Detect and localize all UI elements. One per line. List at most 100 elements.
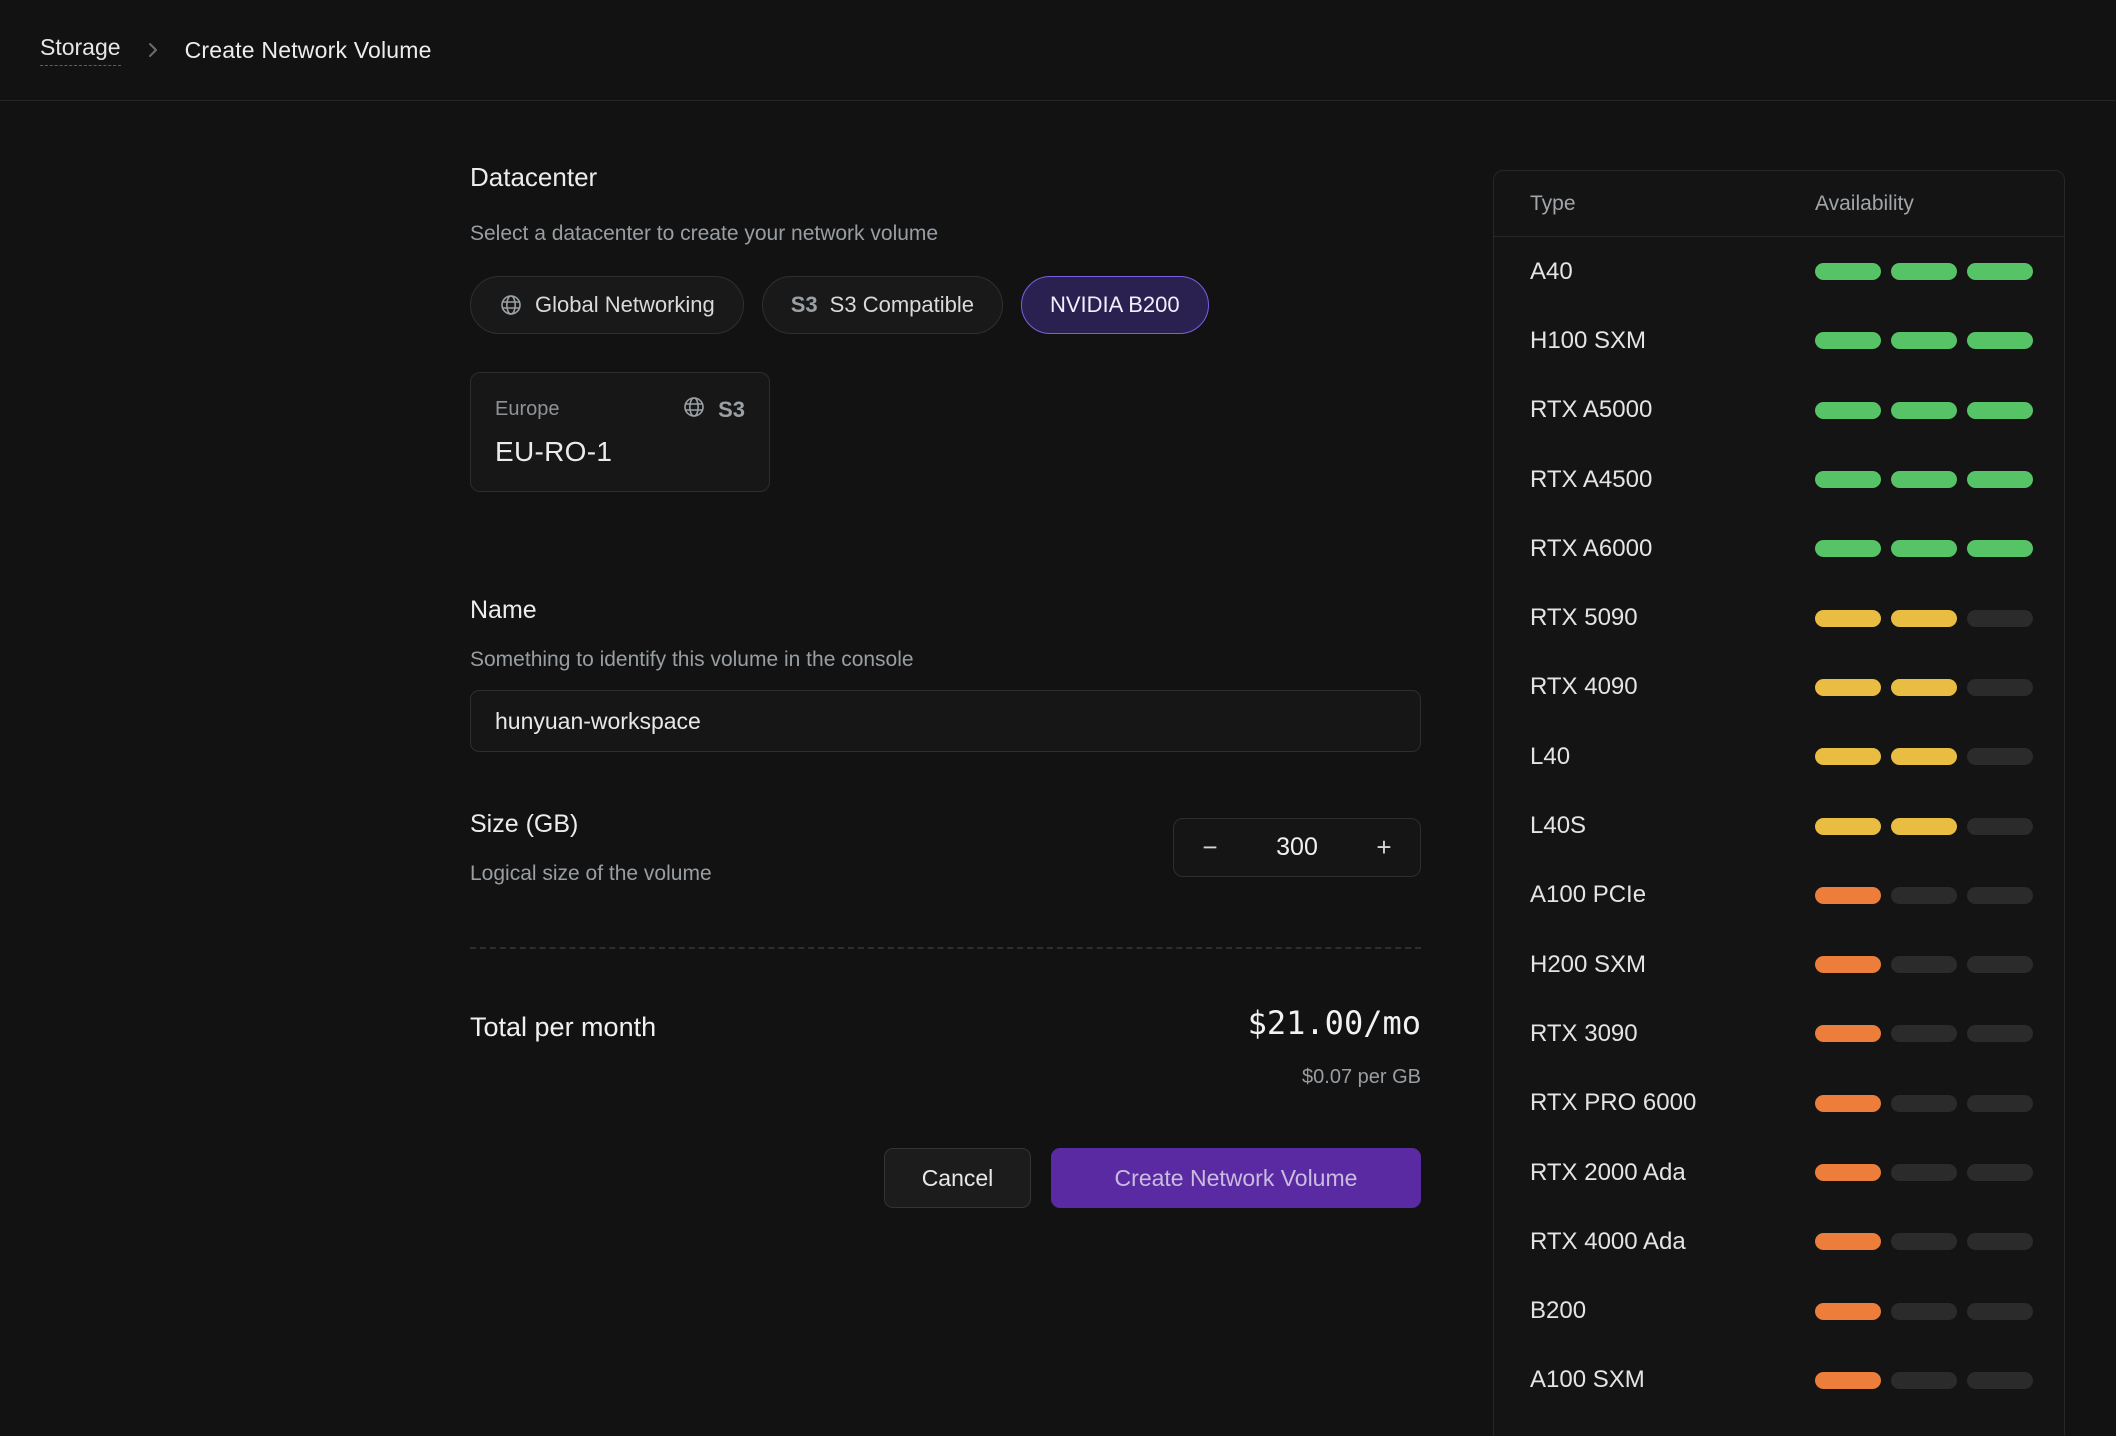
create-network-volume-button[interactable]: Create Network Volume [1051,1148,1421,1208]
availability-segment-filled [1815,818,1881,835]
filter-chip-label: Global Networking [535,292,715,318]
availability-meter [1815,402,2033,419]
availability-segment-filled [1815,471,1881,488]
availability-segment-empty [1967,748,2033,765]
availability-segment-filled [1815,1025,1881,1042]
gpu-type-label: H100 SXM [1494,327,1815,355]
availability-segment-empty [1967,956,2033,973]
availability-meter [1815,956,2033,973]
size-decrement-button[interactable]: − [1184,824,1236,871]
cancel-button[interactable]: Cancel [884,1148,1031,1208]
filter-chip-label: S3 Compatible [830,292,974,318]
availability-segment-filled [1891,263,1957,280]
availability-segment-filled [1815,1303,1881,1320]
availability-meter [1815,263,2033,280]
datacenter-section-subtitle: Select a datacenter to create your netwo… [470,222,938,246]
availability-meter [1815,1095,2033,1112]
availability-segment-filled [1967,402,2033,419]
availability-segment-empty [1967,1233,2033,1250]
globe-icon [499,293,523,317]
availability-segment-filled [1815,1233,1881,1250]
availability-segment-filled [1891,540,1957,557]
size-stepper: − 300 + [1173,818,1421,877]
gpu-availability-table: Type Availability A40 H100 SXM RTX A5000 RT… [1493,170,2065,1436]
page-title: Create Network Volume [185,37,432,64]
column-header-availability: Availability [1815,192,1914,216]
gpu-type-label: H200 SXM [1494,951,1815,979]
gpu-type-label: A100 PCIe [1494,881,1815,909]
availability-segment-empty [1967,679,2033,696]
datacenter-card-header: Europe S3 [495,395,745,424]
availability-segment-empty [1967,818,2033,835]
table-row: L40 [1494,722,2064,791]
size-value[interactable]: 300 [1276,833,1318,862]
availability-segment-filled [1815,610,1881,627]
availability-segment-empty [1891,1164,1957,1181]
filter-chip-s3-compatible[interactable]: S3S3 Compatible [762,276,1003,334]
datacenter-filter-chips: Global Networking S3S3 Compatible NVIDIA B… [470,276,1209,334]
availability-meter [1815,818,2033,835]
availability-segment-filled [1967,332,2033,349]
datacenter-card-eu-ro-1[interactable]: Europe S3 EU-RO-1 [470,372,770,492]
availability-meter [1815,748,2033,765]
gpu-type-label: RTX 3090 [1494,1020,1815,1048]
availability-segment-filled [1815,748,1881,765]
gpu-type-label: RTX A6000 [1494,535,1815,563]
table-row: A40 [1494,237,2064,306]
globe-icon [682,395,706,424]
action-buttons: Cancel Create Network Volume [470,1148,1421,1208]
availability-segment-empty [1891,887,1957,904]
availability-segment-filled [1815,263,1881,280]
table-row: RTX 5090 [1494,583,2064,652]
availability-segment-filled [1891,402,1957,419]
availability-segment-filled [1815,402,1881,419]
availability-meter [1815,1372,2033,1389]
datacenter-region-label: Europe [495,398,560,421]
availability-meter [1815,610,2033,627]
availability-meter [1815,887,2033,904]
availability-segment-empty [1891,1233,1957,1250]
availability-segment-filled [1815,1164,1881,1181]
chevron-right-icon [141,38,165,62]
s3-badge: S3 [718,397,745,423]
gpu-type-label: RTX PRO 6000 [1494,1089,1815,1117]
filter-chip-label: NVIDIA B200 [1050,292,1180,318]
gpu-type-label: B200 [1494,1297,1815,1325]
volume-name-input[interactable] [470,690,1421,752]
size-increment-button[interactable]: + [1358,824,1410,871]
availability-segment-filled [1815,1372,1881,1389]
availability-segment-filled [1815,679,1881,696]
name-section-subtitle: Something to identify this volume in the… [470,648,914,672]
gpu-type-label: RTX 4000 Ada [1494,1228,1815,1256]
table-row: RTX 4000 Ada [1494,1207,2064,1276]
datacenter-card-name: EU-RO-1 [495,436,745,468]
availability-segment-empty [1967,1372,2033,1389]
filter-chip-global-networking[interactable]: Global Networking [470,276,744,334]
table-row: RTX A5000 [1494,376,2064,445]
availability-segment-empty [1891,1025,1957,1042]
size-section-subtitle: Logical size of the volume [470,862,712,886]
gpu-type-label: A100 SXM [1494,1366,1815,1394]
availability-segment-empty [1967,1025,2033,1042]
availability-segment-filled [1891,679,1957,696]
table-row: A100 SXM [1494,1346,2064,1415]
availability-segment-empty [1967,1095,2033,1112]
filter-chip-nvidia-b200[interactable]: NVIDIA B200 [1021,276,1209,334]
availability-segment-empty [1967,1303,2033,1320]
table-row: RTX 4090 [1494,653,2064,722]
column-header-type: Type [1494,192,1815,216]
availability-meter [1815,471,2033,488]
availability-segment-filled [1891,748,1957,765]
create-network-volume-page: Storage Create Network Volume Datacenter… [0,0,2116,1436]
size-section-title: Size (GB) [470,810,578,839]
availability-meter [1815,540,2033,557]
availability-table-header: Type Availability [1494,171,2064,237]
breadcrumb-storage-link[interactable]: Storage [40,34,121,66]
name-section-title: Name [470,596,537,625]
table-row: H200 SXM [1494,930,2064,999]
availability-segment-filled [1815,1095,1881,1112]
availability-segment-filled [1967,263,2033,280]
gpu-type-label: L40S [1494,812,1815,840]
availability-segment-empty [1967,887,2033,904]
availability-segment-filled [1815,956,1881,973]
